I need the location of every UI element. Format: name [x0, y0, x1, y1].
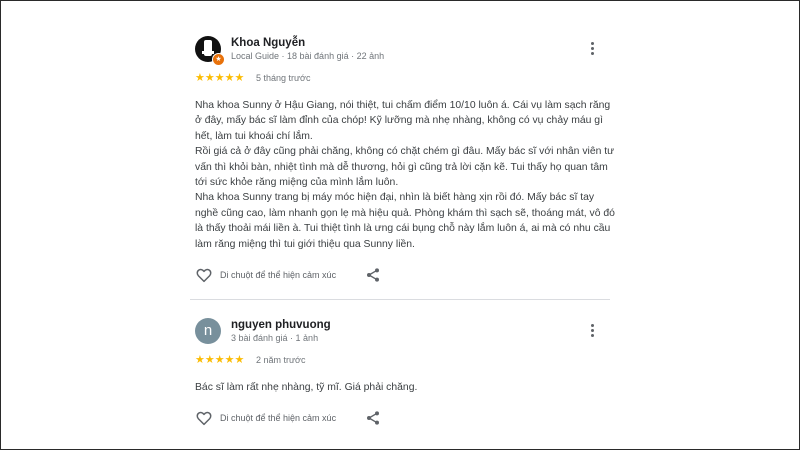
reviewer-name[interactable]: nguyen phuvuong [231, 319, 331, 331]
more-vert-icon[interactable] [587, 40, 597, 60]
star-rating: ★★★★★ [195, 354, 245, 366]
review-date: 5 tháng trước [256, 73, 311, 83]
rating-row: ★★★★★ 5 tháng trước [195, 72, 615, 86]
avatar[interactable]: n [195, 318, 221, 344]
reviewer-meta: 3 bài đánh giá · 1 ảnh [231, 333, 319, 343]
reviewer-name[interactable]: Khoa Nguyễn [231, 37, 305, 49]
like-hint[interactable]: Di chuột để thể hiện cảm xúc [220, 270, 336, 280]
more-vert-icon[interactable] [587, 322, 597, 342]
review-date: 2 năm trước [256, 355, 306, 365]
share-icon[interactable] [365, 410, 381, 426]
review-paragraph: Bác sĩ làm rất nhẹ nhàng, tỹ mĩ. Giá phả… [195, 382, 418, 393]
review-header: n nguyen phuvuong 3 bài đánh giá · 1 ảnh [195, 318, 615, 348]
review-divider [190, 299, 610, 300]
review-paragraph: Nha khoa Sunny trang bị máy móc hiện đại… [195, 192, 615, 250]
review-text: Nha khoa Sunny ở Hậu Giang, nói thiệt, t… [195, 98, 615, 252]
share-icon[interactable] [365, 267, 381, 283]
review-actions: Di chuột để thể hiện cảm xúc [195, 409, 615, 431]
review-card: ★ Khoa Nguyễn Local Guide · 18 bài đánh … [195, 36, 615, 288]
review-header: ★ Khoa Nguyễn Local Guide · 18 bài đánh … [195, 36, 615, 66]
review-paragraph: Nha khoa Sunny ở Hậu Giang, nói thiệt, t… [195, 100, 611, 142]
heart-outline-icon[interactable] [195, 266, 213, 284]
review-actions: Di chuột để thể hiện cảm xúc [195, 266, 615, 288]
review-text: Bác sĩ làm rất nhẹ nhàng, tỹ mĩ. Giá phả… [195, 380, 615, 395]
heart-outline-icon[interactable] [195, 409, 213, 427]
star-rating: ★★★★★ [195, 72, 245, 84]
rating-row: ★★★★★ 2 năm trước [195, 354, 615, 368]
review-paragraph: Rồi giá cả ở đây cũng phải chăng, không … [195, 146, 615, 189]
reviewer-meta: Local Guide · 18 bài đánh giá · 22 ảnh [231, 51, 385, 61]
review-card: n nguyen phuvuong 3 bài đánh giá · 1 ảnh… [195, 318, 615, 431]
like-hint[interactable]: Di chuột để thể hiện cảm xúc [220, 413, 336, 423]
local-guide-badge-icon: ★ [212, 53, 225, 66]
